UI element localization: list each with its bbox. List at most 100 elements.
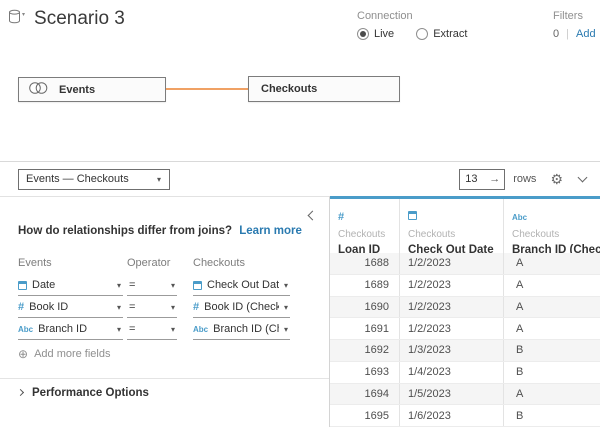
- filters-block: Filters 0 | Add: [553, 10, 596, 40]
- relationship-help-text: How do relationships differ from joins? …: [18, 225, 302, 237]
- table-row[interactable]: 1690 1/2/2023 A: [330, 297, 600, 319]
- relationship-selector-dropdown[interactable]: Events — Checkouts ▾: [18, 169, 170, 190]
- radio-live-label: Live: [374, 28, 394, 40]
- table-row[interactable]: 1691 1/2/2023 A: [330, 318, 600, 340]
- rows-count-box: →: [459, 169, 505, 190]
- cell-loan-id: 1694: [330, 384, 400, 405]
- column-type-icon: [408, 211, 417, 220]
- cell-branch-id: A: [504, 384, 600, 405]
- operator-dropdown[interactable]: = ▾: [127, 275, 177, 296]
- connection-block: Connection Live Extract: [357, 10, 467, 40]
- column-name: Branch ID (Checkout: [512, 244, 600, 253]
- caret-down-icon: ▾: [171, 325, 177, 334]
- right-table-label: Checkouts: [193, 257, 245, 269]
- grid-toolbar: Events — Checkouts ▾ → rows ⚙: [0, 161, 600, 196]
- table-node-events[interactable]: Events: [18, 77, 166, 102]
- cell-branch-id: A: [504, 253, 600, 274]
- cell-loan-id: 1691: [330, 318, 400, 339]
- column-table-label: Checkouts: [512, 229, 600, 240]
- mapping-rows: Date ▾ = ▾ Check Out Date ▾ Book ID ▾ = …: [18, 274, 290, 340]
- column-name: Check Out Date: [408, 244, 503, 253]
- grid-column-header[interactable]: Checkouts Check Out Date: [400, 199, 504, 253]
- performance-options-toggle[interactable]: Performance Options: [18, 387, 149, 399]
- operator-dropdown[interactable]: = ▾: [127, 297, 177, 318]
- caret-down-icon: ▾: [284, 303, 290, 312]
- cell-loan-id: 1690: [330, 297, 400, 318]
- caret-down-icon: ▾: [117, 325, 123, 334]
- radio-extract[interactable]: Extract: [416, 28, 467, 40]
- caret-down-icon: ▾: [117, 281, 123, 290]
- datasource-title-group[interactable]: ▾ Scenario 3: [8, 8, 125, 30]
- cell-branch-id: B: [504, 405, 600, 426]
- add-more-fields-label: Add more fields: [34, 348, 110, 360]
- column-table-label: Checkouts: [408, 229, 503, 240]
- mapping-row: Date ▾ = ▾ Check Out Date ▾: [18, 274, 290, 296]
- relationship-selector-value: Events — Checkouts: [26, 173, 129, 185]
- table-row[interactable]: 1688 1/2/2023 A: [330, 253, 600, 275]
- left-field-dropdown[interactable]: Branch ID ▾: [18, 319, 123, 340]
- cell-loan-id: 1689: [330, 275, 400, 296]
- right-field-dropdown[interactable]: Book ID (Checko ▾: [193, 297, 290, 318]
- filters-add-link[interactable]: Add: [576, 28, 596, 40]
- field-type-icon: [193, 302, 199, 313]
- plus-circle-icon: ⊕: [18, 348, 28, 360]
- grid-column-header[interactable]: Checkouts Branch ID (Checkout: [504, 199, 600, 253]
- left-field-dropdown[interactable]: Date ▾: [18, 275, 123, 296]
- table-row[interactable]: 1693 1/4/2023 B: [330, 362, 600, 384]
- right-field-label: Branch ID (Check: [213, 323, 279, 335]
- table-row[interactable]: 1692 1/3/2023 B: [330, 340, 600, 362]
- right-field-dropdown[interactable]: Branch ID (Check ▾: [193, 319, 290, 340]
- cell-check-out-date: 1/2/2023: [400, 297, 504, 318]
- table-row[interactable]: 1689 1/2/2023 A: [330, 275, 600, 297]
- caret-down-icon: ▾: [117, 303, 123, 312]
- panel-divider: [0, 378, 329, 379]
- table-row[interactable]: 1694 1/5/2023 A: [330, 384, 600, 406]
- left-field-dropdown[interactable]: Book ID ▾: [18, 297, 123, 318]
- rows-count-input[interactable]: [465, 173, 489, 185]
- radio-live[interactable]: Live: [357, 28, 394, 40]
- cell-check-out-date: 1/4/2023: [400, 362, 504, 383]
- relationship-noodle[interactable]: [166, 88, 248, 90]
- gear-icon[interactable]: ⚙: [550, 172, 563, 186]
- operator-dropdown[interactable]: = ▾: [127, 319, 177, 340]
- field-type-icon: [193, 281, 202, 290]
- field-type-icon: [18, 281, 27, 290]
- mapping-column-labels: Events Operator Checkouts: [18, 257, 245, 269]
- right-field-label: Check Out Date: [207, 279, 279, 291]
- caret-down-icon: ▾: [171, 281, 177, 290]
- cell-check-out-date: 1/3/2023: [400, 340, 504, 361]
- grid-body[interactable]: 1688 1/2/2023 A 1689 1/2/2023 A 1690 1/2…: [330, 253, 600, 427]
- right-field-dropdown[interactable]: Check Out Date ▾: [193, 275, 290, 296]
- cell-loan-id: 1695: [330, 405, 400, 426]
- relationship-editor-panel: How do relationships differ from joins? …: [0, 196, 330, 427]
- radio-extract-circle-icon: [416, 28, 428, 40]
- table-node-checkouts[interactable]: Checkouts: [248, 76, 400, 102]
- connection-label: Connection: [357, 10, 467, 22]
- collapse-panel-button[interactable]: [309, 206, 316, 224]
- cell-check-out-date: 1/2/2023: [400, 275, 504, 296]
- grid-column-header[interactable]: Checkouts Loan ID: [330, 199, 400, 253]
- filters-count: 0: [553, 28, 559, 40]
- chevron-down-icon[interactable]: [578, 173, 588, 183]
- venn-circles-icon: [28, 81, 51, 98]
- radio-live-circle-icon: [357, 28, 369, 40]
- left-table-label: Events: [18, 257, 127, 269]
- filters-separator: |: [566, 28, 569, 40]
- chevron-left-icon: [308, 211, 318, 221]
- operator-column-label: Operator: [127, 257, 193, 269]
- field-type-icon: [193, 324, 208, 335]
- rows-label: rows: [513, 173, 536, 185]
- operator-label: =: [129, 323, 166, 335]
- cell-check-out-date: 1/2/2023: [400, 318, 504, 339]
- main-area: How do relationships differ from joins? …: [0, 196, 600, 427]
- cell-branch-id: A: [504, 297, 600, 318]
- cell-loan-id: 1693: [330, 362, 400, 383]
- data-preview-grid: Checkouts Loan ID Checkouts Check Out Da…: [330, 196, 600, 427]
- learn-more-link[interactable]: Learn more: [239, 225, 302, 237]
- column-name: Loan ID: [338, 244, 399, 253]
- cell-branch-id: A: [504, 318, 600, 339]
- filters-label: Filters: [553, 10, 596, 22]
- add-more-fields-button[interactable]: ⊕ Add more fields: [18, 348, 111, 360]
- table-row[interactable]: 1695 1/6/2023 B: [330, 405, 600, 427]
- apply-rows-arrow-icon[interactable]: →: [489, 173, 500, 185]
